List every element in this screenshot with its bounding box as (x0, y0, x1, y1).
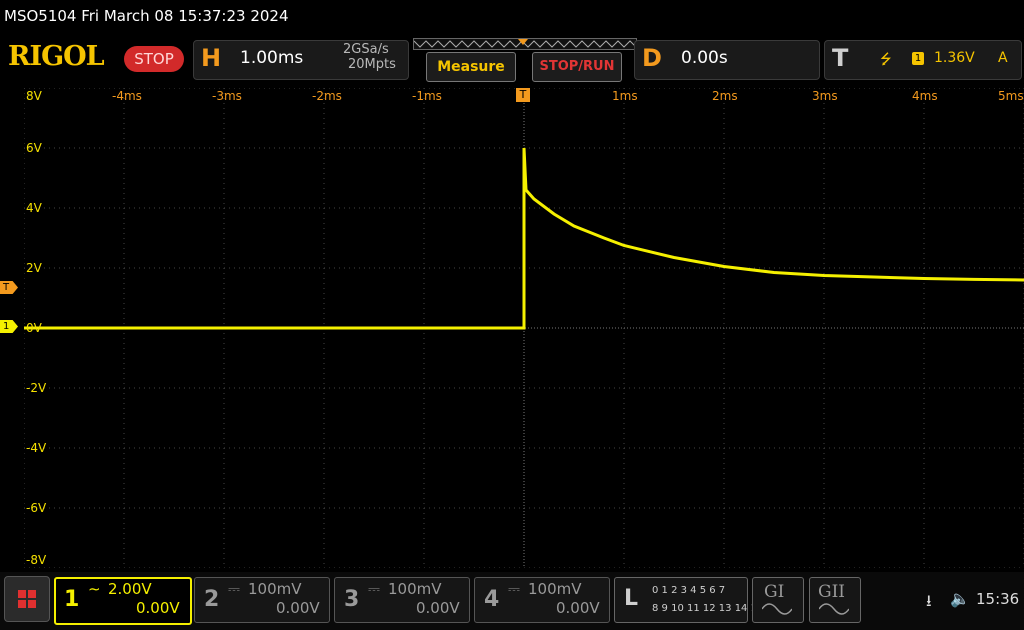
channel-4-scale: 100mV (528, 580, 582, 598)
time-tick-label: 4ms (912, 89, 938, 103)
channel-2-offset: 0.00V (276, 599, 320, 617)
waveform-display[interactable] (24, 88, 1024, 568)
volt-tick-label: 0V (26, 321, 42, 335)
horizontal-letter: H (201, 44, 222, 72)
dc-coupling-icon: ⎓ (228, 580, 240, 598)
stop-run-button[interactable]: STOP/RUN (532, 52, 622, 82)
channel-4-number: 4 (484, 587, 500, 612)
grid-menu-icon (18, 590, 36, 608)
clock: 15:36 (976, 590, 1020, 608)
volt-tick-label: -4V (26, 441, 47, 455)
time-tick-label: 5ms (998, 89, 1024, 103)
trigger-position-marker[interactable]: T (516, 88, 530, 102)
trigger-letter: T (832, 44, 849, 72)
rising-edge-icon: ⭍ (880, 52, 892, 68)
channel-1-offset: 0.00V (136, 599, 180, 617)
ac-coupling-icon: ∼ (88, 580, 101, 598)
time-tick-label: 1ms (612, 89, 638, 103)
time-tick-label: 3ms (812, 89, 838, 103)
brand-logo: RIGOL (8, 41, 105, 72)
memory-depth: 20Mpts (348, 57, 396, 72)
delay-value: 0.00s (681, 48, 728, 68)
generator-2-label: GII (818, 582, 846, 602)
main-menu-button[interactable] (4, 576, 50, 622)
generator-1-label: GI (764, 582, 785, 602)
trigger-mode: A (998, 50, 1008, 66)
volt-tick-label: -2V (26, 381, 47, 395)
device-title: MSO5104 Fri March 08 15:37:23 2024 (4, 7, 289, 25)
usb-icon: ⭳ (926, 591, 932, 610)
volt-tick-label: 2V (26, 261, 42, 275)
time-tick-label: -4ms (112, 89, 142, 103)
logic-letter: L (624, 586, 639, 611)
channel-1-scale: 2.00V (108, 580, 152, 598)
time-tick-label: -2ms (312, 89, 342, 103)
volt-tick-label: -8V (26, 553, 47, 567)
volt-tick-label: 6V (26, 141, 42, 155)
trigger-source-badge: 1 (912, 52, 924, 65)
channel-2-number: 2 (204, 587, 220, 612)
delay-letter: D (642, 44, 662, 72)
channel-3-offset: 0.00V (416, 599, 460, 617)
sound-icon[interactable]: 🔈 (950, 589, 970, 608)
measure-button[interactable]: Measure (426, 52, 516, 82)
dc-coupling-icon: ⎓ (368, 580, 380, 598)
channel-4-offset: 0.00V (556, 599, 600, 617)
ch1-trace (24, 147, 1024, 330)
volt-tick-label: 8V (26, 89, 42, 103)
sine-wave-icon (762, 603, 792, 615)
trigger-level-marker[interactable]: T (0, 281, 18, 294)
channel-2-scale: 100mV (248, 580, 302, 598)
ch1-ground-marker[interactable]: 1 (0, 320, 18, 333)
volt-tick-label: 4V (26, 201, 42, 215)
sine-wave-icon (819, 603, 849, 615)
channel-3-number: 3 (344, 587, 360, 612)
channel-1-number: 1 (64, 587, 80, 612)
memory-position-strip[interactable] (413, 38, 637, 50)
run-state-badge[interactable]: STOP (124, 46, 184, 72)
logic-channels-row1: 0 1 2 3 4 5 6 7 (652, 585, 726, 596)
sample-rate: 2GSa/s (343, 42, 389, 57)
trigger-level: 1.36V (934, 50, 975, 66)
volt-tick-label: -6V (26, 501, 47, 515)
time-tick-label: 2ms (712, 89, 738, 103)
time-tick-label: -1ms (412, 89, 442, 103)
channel-3-scale: 100mV (388, 580, 442, 598)
logic-channels-row2: 8 9 10 11 12 13 14 15 (652, 603, 764, 614)
time-tick-label: -3ms (212, 89, 242, 103)
dc-coupling-icon: ⎓ (508, 580, 520, 598)
timebase-value: 1.00ms (240, 48, 304, 68)
